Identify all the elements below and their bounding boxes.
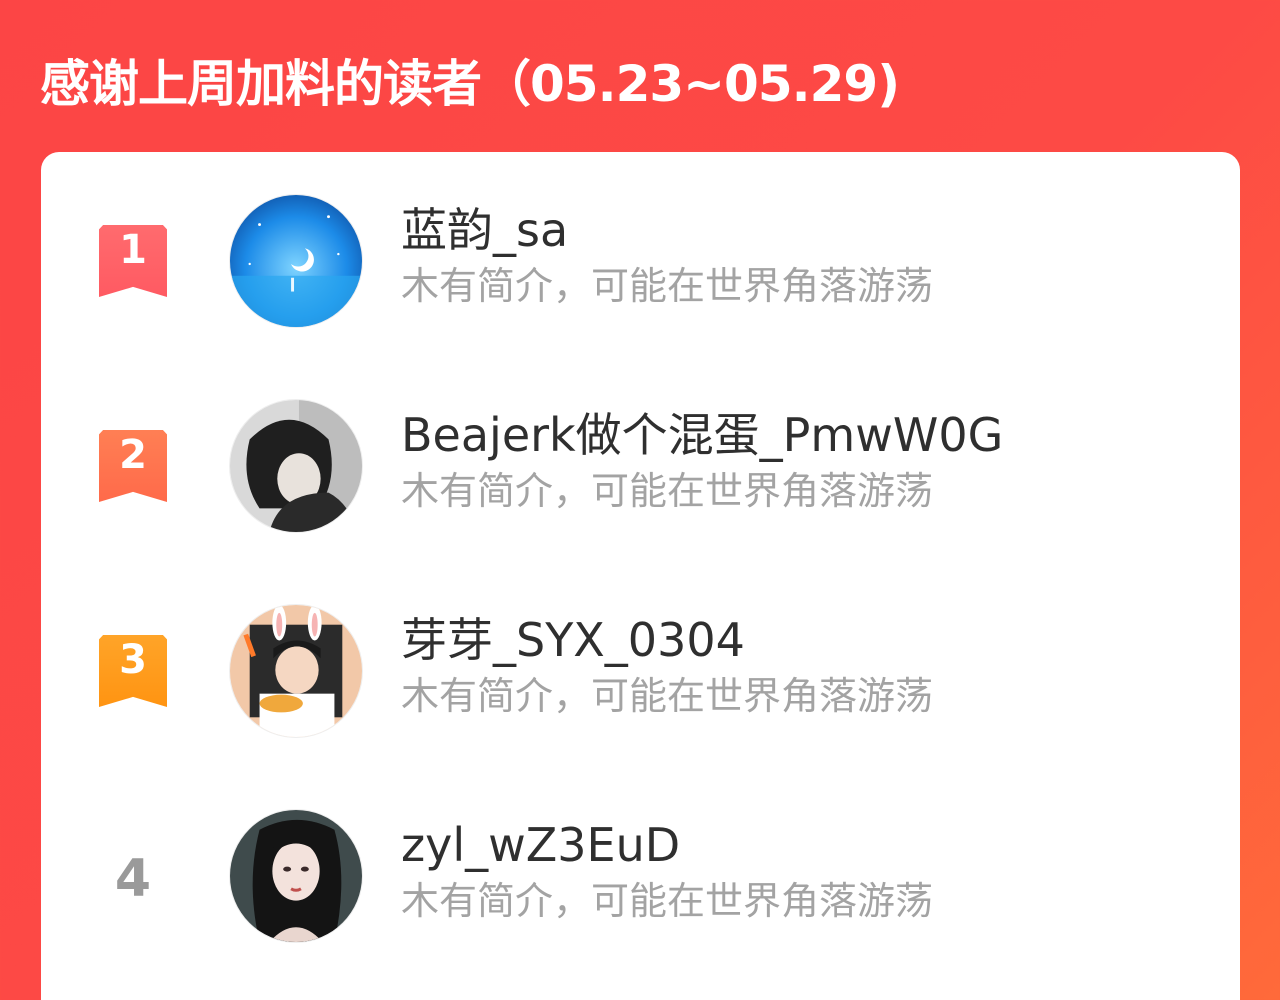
- avatar[interactable]: [229, 809, 363, 943]
- reader-row-2[interactable]: 2 Beajerk做个混蛋_PmwW0G 木有简介，可能在世界角落游荡: [41, 397, 1240, 537]
- reader-list-card: 1 蓝韵_sa 木有简介，可能在世界角落游荡 2 Beajerk做个混蛋_Pmw…: [41, 152, 1240, 1000]
- reader-bio: 木有简介，可能在世界角落游荡: [401, 264, 934, 308]
- rank-number-4: 4: [114, 849, 152, 909]
- reader-row-4[interactable]: 4 zyl_wZ3EuD 木有简介，可能在世界角落游荡: [41, 807, 1240, 947]
- rank-number: 1: [119, 227, 147, 273]
- avatar-night-sea-image: [230, 195, 362, 327]
- avatar-portrait-bw-image: [230, 400, 362, 532]
- reader-bio: 木有简介，可能在世界角落游荡: [401, 879, 934, 923]
- reader-name: 蓝韵_sa: [401, 203, 569, 257]
- rank-badge-1: 1: [99, 225, 167, 297]
- avatar[interactable]: [229, 604, 363, 738]
- reader-bio: 木有简介，可能在世界角落游荡: [401, 674, 934, 718]
- avatar[interactable]: [229, 399, 363, 533]
- avatar[interactable]: [229, 194, 363, 328]
- avatar-illustrated-girl-image: [230, 810, 362, 942]
- rank-number: 3: [119, 637, 147, 683]
- reader-name: Beajerk做个混蛋_PmwW0G: [401, 408, 1004, 462]
- rank-badge-3: 3: [99, 635, 167, 707]
- reader-name: zyl_wZ3EuD: [401, 818, 681, 872]
- rank-number: 2: [119, 432, 147, 478]
- reader-row-1[interactable]: 1 蓝韵_sa 木有简介，可能在世界角落游荡: [41, 192, 1240, 332]
- reader-name: 芽芽_SYX_0304: [401, 613, 745, 667]
- reader-row-3[interactable]: 3 芽芽_SYX_0304 木有简介，可能在世界角落游荡: [41, 602, 1240, 742]
- avatar-bunny-boy-image: [230, 605, 362, 737]
- page-title: 感谢上周加料的读者（05.23~05.29): [40, 55, 900, 113]
- rank-badge-2: 2: [99, 430, 167, 502]
- reader-bio: 木有简介，可能在世界角落游荡: [401, 469, 934, 513]
